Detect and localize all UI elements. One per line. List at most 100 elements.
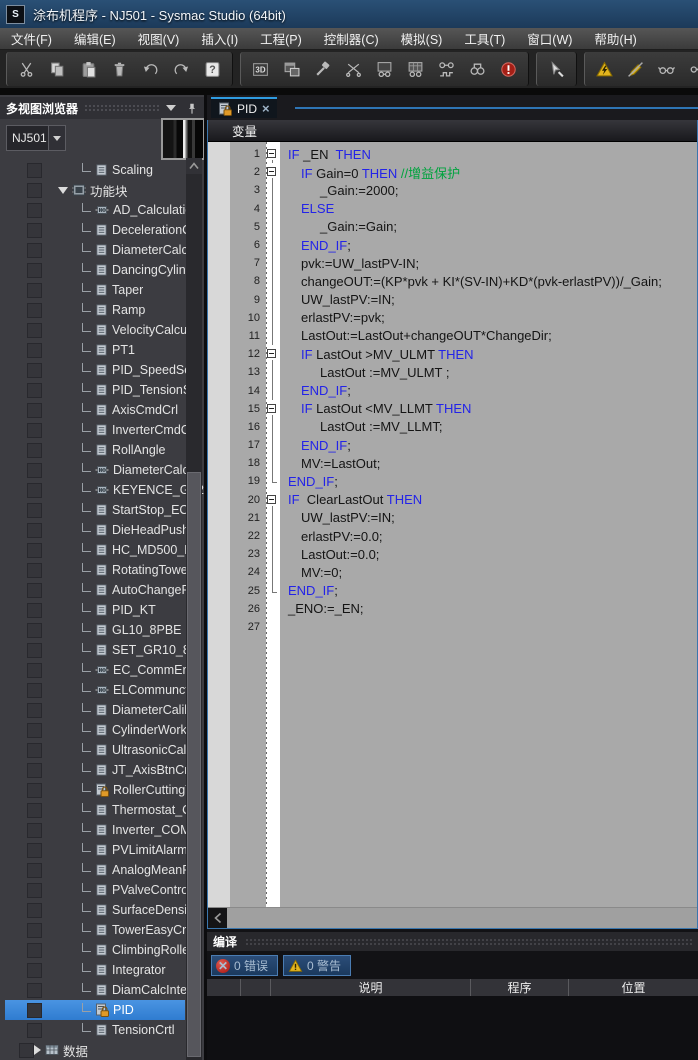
check-program-button[interactable]	[590, 55, 619, 84]
tree-item-pidspeedsca[interactable]: PID_SpeedSca	[0, 360, 204, 380]
fold-column[interactable]	[266, 400, 280, 418]
tree-item-invertercom[interactable]: Inverter_COM	[0, 820, 204, 840]
code-line-7[interactable]: 7pvk:=UW_lastPV-IN;	[208, 254, 697, 272]
tree-item-diamcalcinteg[interactable]: DiamCalcInteg	[0, 980, 204, 1000]
tree-item-scaling[interactable]: Scaling	[0, 160, 204, 180]
warnings-filter-button[interactable]: 0 警告	[283, 955, 351, 976]
menu-item-4[interactable]: 工程(P)	[249, 28, 313, 49]
tree-item-rotatingtowe[interactable]: RotatingTowe	[0, 560, 204, 580]
code-line-22[interactable]: 22erlastPV:=0.0;	[208, 527, 697, 545]
variables-section-bar[interactable]: 变量	[208, 120, 697, 142]
code-line-11[interactable]: 11LastOut:=LastOut+changeOUT*ChangeDir;	[208, 327, 697, 345]
code-line-27[interactable]: 27	[208, 618, 697, 636]
errors-filter-button[interactable]: ✕ 0 错误	[211, 955, 278, 976]
monitor-off-button[interactable]	[683, 55, 698, 84]
watch-window-button[interactable]	[370, 55, 399, 84]
tree-item-jtaxisbtncrl[interactable]: JT_AxisBtnCrl	[0, 760, 204, 780]
build-button[interactable]	[308, 55, 337, 84]
tree-item-diametercalcu[interactable]: DiameterCalcu	[0, 240, 204, 260]
menu-item-3[interactable]: 插入(I)	[190, 28, 249, 49]
tree-item-dieheadpushi[interactable]: DieHeadPushi	[0, 520, 204, 540]
tree-item-pid[interactable]: PID	[0, 1000, 204, 1020]
code-line-17[interactable]: 17END_IF;	[208, 436, 697, 454]
monitor-button[interactable]	[652, 55, 681, 84]
expander-right-icon[interactable]	[34, 1045, 41, 1055]
tree-item-pvalvecontrol[interactable]: PValveControl	[0, 880, 204, 900]
code-line-1[interactable]: 1IF _EN THEN	[208, 145, 697, 163]
menu-item-2[interactable]: 视图(V)	[127, 28, 191, 49]
scrollbar-track[interactable]	[227, 908, 697, 928]
code-line-25[interactable]: 25END_IF;	[208, 582, 697, 600]
tree-item-decelerationc[interactable]: DecelerationC	[0, 220, 204, 240]
tree-item-axiscmdcrl[interactable]: AxisCmdCrl	[0, 400, 204, 420]
cut-button[interactable]	[12, 55, 41, 84]
tree-item-dancingcylind[interactable]: DancingCylind	[0, 260, 204, 280]
tree-item-diametercalcu[interactable]: DiameterCalcu	[0, 460, 204, 480]
menu-item-1[interactable]: 编辑(E)	[63, 28, 127, 49]
tree-item-item44[interactable]: 数据	[0, 1040, 204, 1060]
menu-item-6[interactable]: 模拟(S)	[390, 28, 454, 49]
tree-item-ultrasoniccali[interactable]: UltrasonicCali	[0, 740, 204, 760]
tree-item-integrator[interactable]: Integrator	[0, 960, 204, 980]
tree-item-pidtensionsc[interactable]: PID_TensionSc	[0, 380, 204, 400]
fold-collapse-icon[interactable]	[267, 404, 276, 413]
redo-button[interactable]	[167, 55, 196, 84]
paste-button[interactable]	[74, 55, 103, 84]
tree-item-keyencegt2[interactable]: KEYENCE_GT2	[0, 480, 204, 500]
new-window-button[interactable]	[277, 55, 306, 84]
code-line-5[interactable]: 5_Gain:=Gain;	[208, 218, 697, 236]
tree-item-pvlimitalarm[interactable]: PVLimitAlarm	[0, 840, 204, 860]
3d-view-button[interactable]: 3D	[246, 55, 275, 84]
tree-item-adcalculatio[interactable]: AD_Calculatio	[0, 200, 204, 220]
tree-item-thermostatc[interactable]: Thermostat_C	[0, 800, 204, 820]
fold-column[interactable]	[266, 345, 280, 363]
delete-button[interactable]	[105, 55, 134, 84]
code-line-2[interactable]: 2IF Gain=0 THEN //增益保护	[208, 163, 697, 181]
scroll-up-button[interactable]	[186, 158, 202, 174]
fold-collapse-icon[interactable]	[267, 495, 276, 504]
tree-item-tensioncrtl[interactable]: TensionCrtl	[0, 1020, 204, 1040]
tree-item-pidkt[interactable]: PID_KT	[0, 600, 204, 620]
tree-item-setgr108pi[interactable]: SET_GR10_8PI	[0, 640, 204, 660]
cross-reference-button[interactable]	[339, 55, 368, 84]
controller-select[interactable]: NJ501	[6, 125, 66, 151]
menu-item-8[interactable]: 窗口(W)	[516, 28, 583, 49]
code-line-23[interactable]: 23LastOut:=0.0;	[208, 545, 697, 563]
menu-item-5[interactable]: 控制器(C)	[313, 28, 390, 49]
fold-collapse-icon[interactable]	[267, 167, 276, 176]
no-edit-button[interactable]	[621, 55, 650, 84]
help-button[interactable]: ?	[198, 55, 227, 84]
menu-item-7[interactable]: 工具(T)	[453, 28, 516, 49]
fold-collapse-icon[interactable]	[267, 349, 276, 358]
code-line-8[interactable]: 8changeOUT:=(KP*pvk + KI*(SV-IN)+KD*(pvk…	[208, 272, 697, 290]
code-line-9[interactable]: 9UW_lastPV:=IN;	[208, 291, 697, 309]
menu-item-0[interactable]: 文件(F)	[0, 28, 63, 49]
code-line-20[interactable]: 20IF ClearLastOut THEN	[208, 491, 697, 509]
watch-table-button[interactable]	[401, 55, 430, 84]
tree-item-towereasycrtl[interactable]: TowerEasyCrtl	[0, 920, 204, 940]
tab-pid[interactable]: PID ×	[211, 97, 277, 118]
stop-button[interactable]	[494, 55, 523, 84]
code-line-26[interactable]: 26_ENO:=_EN;	[208, 600, 697, 618]
code-line-14[interactable]: 14END_IF;	[208, 381, 697, 399]
pin-icon[interactable]	[186, 102, 198, 115]
tree-item-cylinderworkt[interactable]: CylinderWorkT	[0, 720, 204, 740]
chevron-down-icon[interactable]	[166, 105, 176, 111]
fold-column[interactable]	[266, 491, 280, 509]
tree-scrollbar-thumb[interactable]	[187, 472, 201, 1057]
code-line-18[interactable]: 18MV:=LastOut;	[208, 454, 697, 472]
tree-item-pt1[interactable]: PT1	[0, 340, 204, 360]
scroll-left-button[interactable]	[208, 908, 227, 928]
code-line-4[interactable]: 4ELSE	[208, 200, 697, 218]
tree-scrollbar[interactable]	[186, 158, 202, 1060]
code-line-10[interactable]: 10erlastPV:=pvk;	[208, 309, 697, 327]
tree-item-elcommuncti[interactable]: ELCommuncti	[0, 680, 204, 700]
tree-item-diametercalib[interactable]: DiameterCalib	[0, 700, 204, 720]
tree-item-startstopeca[interactable]: StartStop_ECa	[0, 500, 204, 520]
tree-item-item1[interactable]: 功能块	[0, 180, 204, 200]
code-line-19[interactable]: 19END_IF;	[208, 472, 697, 490]
code-line-21[interactable]: 21UW_lastPV:=IN;	[208, 509, 697, 527]
tree-item-gl108pbe[interactable]: GL10_8PBE	[0, 620, 204, 640]
undo-button[interactable]	[136, 55, 165, 84]
tree-item-surfacedensit[interactable]: SurfaceDensit	[0, 900, 204, 920]
